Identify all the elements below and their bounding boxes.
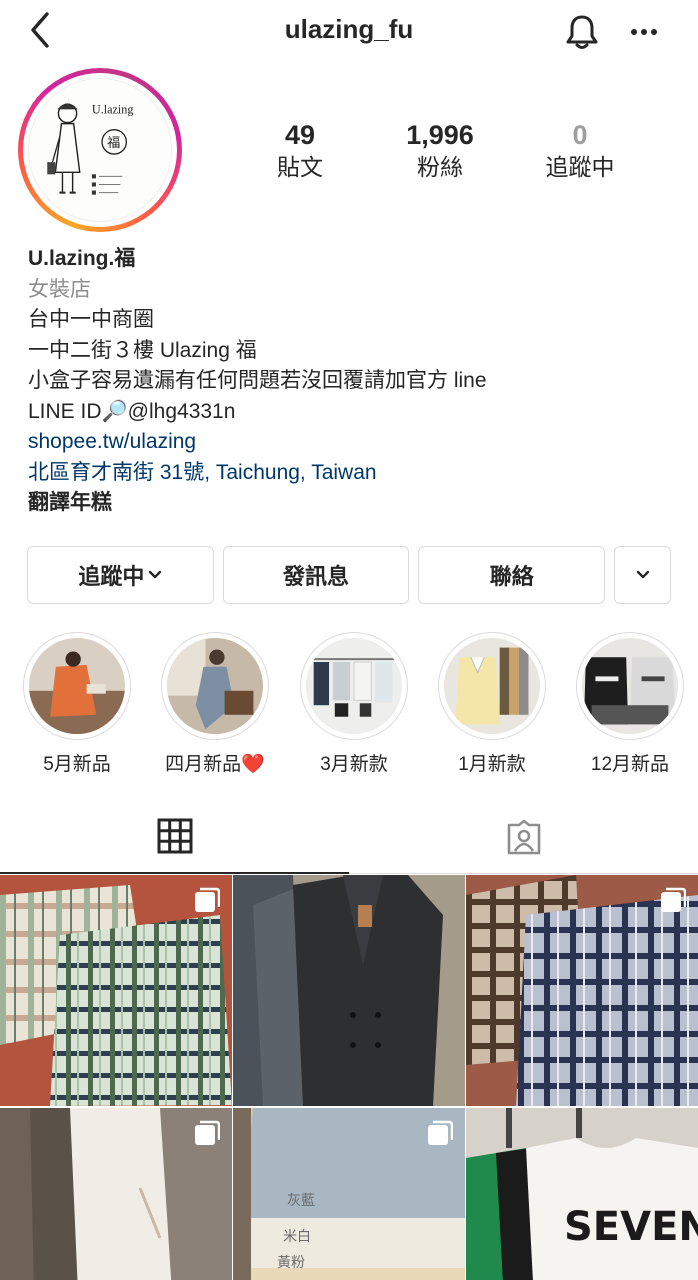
posts-count[interactable]: 49 貼文	[230, 118, 370, 182]
bio-line: 台中一中商圈	[28, 308, 154, 331]
chevron-left-icon	[31, 12, 49, 48]
bio-line: LINE ID🔎@lhg4331n	[28, 399, 236, 423]
highlight-label: 四月新品❤️	[165, 754, 265, 775]
color-tag: 米白	[283, 1228, 311, 1244]
color-tag: 灰藍	[287, 1192, 315, 1208]
avatar: U.lazing 福	[28, 78, 172, 222]
more-dots-icon	[631, 29, 657, 35]
bell-icon	[566, 15, 598, 49]
following-count-label: 追蹤中	[545, 154, 615, 180]
color-tag: 黃粉	[277, 1254, 305, 1270]
post-thumbnail[interactable]: SEVEN	[466, 1108, 698, 1280]
post-thumbnail[interactable]	[466, 875, 698, 1106]
following-button-label: 追蹤中	[78, 564, 145, 589]
display-name: U.lazing.福	[28, 247, 136, 270]
following-button[interactable]: 追蹤中	[27, 546, 214, 604]
grid-icon	[157, 818, 192, 854]
contact-button-label: 聯絡	[489, 564, 534, 589]
profile-avatar-story-ring[interactable]: U.lazing 福	[18, 68, 182, 232]
highlight-label: 12月新品	[590, 754, 670, 775]
multiple-photos-icon	[195, 1120, 220, 1145]
following-count-value: 0	[572, 120, 588, 150]
website-link[interactable]: shopee.tw/ulazing	[28, 427, 678, 458]
highlight-cover	[29, 638, 125, 734]
message-button[interactable]: 發訊息	[222, 546, 410, 604]
post-thumbnail[interactable]	[0, 875, 232, 1106]
followers-count-label: 粉絲	[417, 154, 463, 180]
bio-line: 小盒子容易遺漏有任何問題若沒回覆請加官方 line	[28, 369, 487, 392]
followers-count-value: 1,996	[406, 120, 474, 150]
highlight-label: 5月新品	[43, 754, 111, 775]
highlight-label: 3月新款	[320, 754, 388, 775]
bio-line: 一中二街３樓 Ulazing 福	[28, 338, 257, 362]
multiple-photos-icon	[661, 887, 686, 912]
highlight-item[interactable]: 1月新款	[432, 632, 552, 776]
multiple-photos-icon	[195, 887, 220, 912]
address-link[interactable]: 北區育才南街 31號, Taichung, Taiwan	[28, 458, 678, 489]
post-thumbnail[interactable]: 灰藍 米白 黃粉	[233, 1108, 465, 1280]
brand-logo-illustration: U.lazing 福	[47, 102, 134, 195]
profile-stats: 49 貼文 1,996 粉絲 0 追蹤中	[230, 118, 670, 182]
translate-link[interactable]: 翻譯年糕	[28, 488, 678, 519]
suggested-accounts-button[interactable]	[614, 546, 672, 604]
following-count[interactable]: 0 追蹤中	[510, 118, 650, 182]
seal-character: 福	[107, 135, 120, 151]
profile-action-buttons: 追蹤中 發訊息 聯絡	[27, 546, 672, 604]
account-category: 女裝店	[28, 277, 91, 301]
multiple-photos-icon	[428, 1120, 453, 1145]
message-button-label: 發訊息	[283, 564, 350, 589]
highlight-cover	[306, 638, 402, 734]
highlight-cover	[582, 638, 678, 734]
contact-button[interactable]: 聯絡	[418, 546, 606, 604]
highlight-item[interactable]: 5月新品	[17, 632, 137, 776]
followers-count[interactable]: 1,996 粉絲	[370, 118, 510, 182]
highlight-cover	[167, 638, 263, 734]
brand-text: U.lazing	[92, 102, 134, 116]
more-options-button[interactable]	[622, 10, 666, 54]
highlight-cover	[444, 638, 540, 734]
post-thumbnail[interactable]	[0, 1108, 232, 1280]
posts-count-value: 49	[284, 120, 316, 150]
story-highlights: 5月新品 四月新品❤️ 3月新款 1月新款 12月新品	[0, 632, 698, 782]
highlight-label: 1月新款	[458, 754, 526, 775]
tab-tagged[interactable]	[349, 800, 698, 874]
chevron-down-icon	[636, 570, 649, 579]
highlight-item[interactable]: 四月新品❤️	[155, 632, 275, 776]
shirt-print-text: SEVEN	[564, 1204, 698, 1250]
tab-posts-grid[interactable]	[0, 800, 349, 874]
top-navigation-bar: ulazing_fu	[0, 0, 698, 64]
tagged-person-icon	[507, 819, 540, 855]
highlight-item[interactable]: 12月新品	[570, 632, 690, 776]
back-button[interactable]	[22, 10, 58, 50]
post-thumbnail[interactable]	[233, 875, 465, 1106]
posts-count-label: 貼文	[277, 154, 323, 180]
notifications-button[interactable]	[560, 10, 604, 54]
chevron-down-icon	[149, 570, 162, 579]
profile-bio: U.lazing.福 女裝店 台中一中商圈 一中二街３樓 Ulazing 福 小…	[28, 244, 678, 519]
highlight-item[interactable]: 3月新款	[294, 632, 414, 776]
profile-content-tabs	[0, 800, 698, 874]
